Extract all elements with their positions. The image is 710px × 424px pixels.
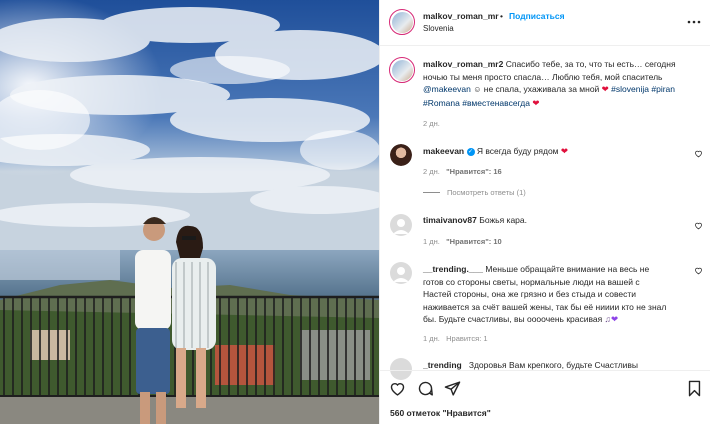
likes-count[interactable]: 560 отметок "Нравится" — [390, 408, 491, 418]
photo-scene — [0, 0, 379, 424]
comment-like-icon[interactable] — [694, 221, 703, 232]
comment-4: _trending Здоровья Вам крепкого, будьте … — [423, 359, 638, 370]
post-sidebar: malkov_roman_mr • Подписаться Slovenia m… — [379, 0, 710, 424]
comment-time[interactable]: 1 дн. — [423, 237, 440, 246]
author-avatar[interactable] — [389, 9, 415, 35]
caption-text: malkov_roman_mr2 Спасибо тебе, за то, чт… — [423, 58, 708, 109]
red-heart-icon: ❤ — [532, 97, 540, 108]
caption-line-1: Спасибо тебе, за то, что ты есть… сегодн… — [505, 59, 676, 69]
comment-2: timaivanov87 Божья кара. — [423, 214, 527, 227]
comment-username[interactable]: timaivanov87 — [423, 215, 477, 225]
hashtag-vmestenavsegda[interactable]: #вместенавсегда — [462, 98, 530, 108]
post-actions: 560 отметок "Нравится" — [380, 370, 710, 424]
comment-line-4: наживается за счёт вашей жены, так бы её… — [423, 301, 667, 312]
replies-divider — [423, 192, 440, 193]
default-avatar-icon[interactable] — [390, 262, 412, 284]
hashtag-piran[interactable]: #piran — [651, 84, 675, 94]
caption-line-2: ночью ты меня просто спасла… Люблю тебя,… — [423, 71, 663, 82]
comment-3: __trending.___ Меньше обращайте внимание… — [423, 263, 685, 326]
comment-line-3: Настей стороны, она же грязно и без стыд… — [423, 289, 637, 299]
comment-likes[interactable]: Нравится: 1 — [446, 334, 487, 343]
comment-1: makeevan ✓ Я всегда буду рядом ❤ — [423, 145, 568, 158]
author-username[interactable]: malkov_roman_mr — [423, 11, 499, 21]
comment-meta: 1 дн. "Нравится": 10 — [423, 237, 502, 246]
post-location[interactable]: Slovenia — [423, 24, 454, 33]
comment-time[interactable]: 1 дн. — [423, 334, 440, 343]
comment-line-5: бы. Будьте счастливы, вы оооочень красив… — [423, 314, 603, 324]
comment-likes[interactable]: "Нравится": 10 — [446, 237, 502, 246]
comment-text: Божья кара. — [479, 215, 527, 225]
comment-like-icon[interactable] — [694, 149, 703, 160]
red-heart-icon: ❤ — [601, 84, 609, 94]
comment-text: Я всегда буду рядом — [476, 146, 559, 156]
hashtag-romana[interactable]: #Romana — [423, 98, 460, 108]
comment-meta: 1 дн. Нравится: 1 — [423, 334, 488, 343]
verified-badge-icon: ✓ — [466, 147, 475, 156]
comment-line-1: Меньше обращайте внимание на весь не — [485, 264, 650, 274]
comment-icon[interactable] — [417, 380, 434, 397]
comment-text: Здоровья Вам крепкого, будьте Счастливы — [468, 360, 639, 370]
red-heart-icon: ❤ — [560, 146, 569, 156]
comment-likes[interactable]: "Нравится": 16 — [446, 167, 502, 176]
bookmark-icon[interactable] — [686, 380, 703, 397]
comment-like-icon[interactable] — [694, 266, 703, 277]
header-separator: • — [500, 11, 503, 21]
follow-button[interactable]: Подписаться — [509, 11, 565, 21]
view-replies-button[interactable]: Посмотреть ответы (1) — [447, 188, 526, 197]
share-icon[interactable] — [444, 380, 461, 397]
post-header: malkov_roman_mr • Подписаться Slovenia — [380, 0, 710, 46]
caption-time[interactable]: 2 дн. — [423, 119, 440, 128]
caption-line-3: не спала, ухаживала за мной — [481, 84, 602, 94]
post-photo[interactable] — [0, 0, 379, 424]
heart-outline-icon[interactable] — [389, 380, 406, 397]
comment-username[interactable]: makeevan — [423, 146, 464, 156]
comment-meta: 2 дн. "Нравится": 16 — [423, 167, 502, 176]
default-avatar-icon[interactable] — [390, 214, 412, 236]
caption-mention[interactable]: @makeevan — [423, 84, 471, 94]
post-view: malkov_roman_mr • Подписаться Slovenia m… — [0, 0, 710, 424]
more-dots-icon[interactable] — [687, 15, 701, 29]
purple-heart-icon: ❤ — [611, 314, 619, 324]
hashtag-slovenija[interactable]: #slovenija — [611, 84, 649, 94]
comment-line-2: готов со стороны светы, нормальные люди … — [423, 276, 640, 287]
caption-avatar[interactable] — [389, 57, 415, 83]
comment-username[interactable]: _trending — [423, 360, 462, 370]
caption-username[interactable]: malkov_roman_mr2 — [423, 59, 503, 69]
comment-avatar[interactable] — [390, 144, 412, 166]
comment-username[interactable]: __trending.___ — [423, 264, 483, 274]
comment-time[interactable]: 2 дн. — [423, 167, 440, 176]
